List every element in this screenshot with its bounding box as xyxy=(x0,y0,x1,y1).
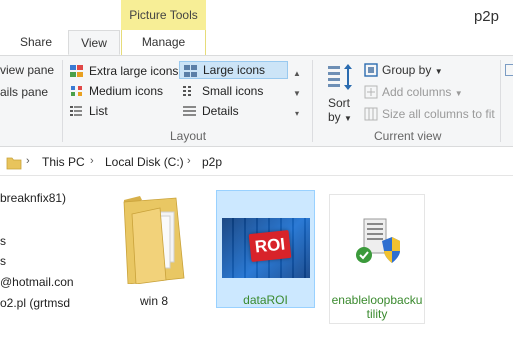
nav-item[interactable]: breaknfix81) xyxy=(0,191,66,205)
context-tab-label: Picture Tools xyxy=(129,8,198,22)
nav-item[interactable]: o2.pl (grtmsd xyxy=(0,296,70,310)
large-icons-icon xyxy=(184,65,197,77)
image-thumbnail: ROI xyxy=(222,218,310,278)
layout-group-label: Layout xyxy=(170,129,207,143)
details-icon xyxy=(183,106,196,116)
navigation-pane: breaknfix81) s s @hotmail.con o2.pl (grt… xyxy=(0,176,96,340)
medium-icons-icon xyxy=(71,86,82,96)
sort-by-button[interactable]: Sort by ▼ xyxy=(322,60,354,126)
layout-extra-large-icons[interactable]: Extra large icons xyxy=(66,62,178,80)
layout-details[interactable]: Details xyxy=(179,102,288,120)
show-hide-partial-icon[interactable] xyxy=(505,64,513,76)
details-pane-button[interactable]: ails pane xyxy=(0,85,48,99)
size-columns-button[interactable]: Size all columns to fit xyxy=(362,105,497,123)
breadcrumb-chevron-icon[interactable]: › xyxy=(187,155,191,167)
file-name-line2: tility xyxy=(366,307,388,321)
add-columns-label: Add columns ▼ xyxy=(382,85,463,99)
ribbon-separator xyxy=(500,60,501,142)
file-view: win 8 ROI dataROI enableloopbacku tility xyxy=(97,176,513,340)
address-bar[interactable]: › This PC › Local Disk (C:) › p2p xyxy=(0,151,513,176)
nav-item[interactable]: s xyxy=(0,254,6,268)
layout-gallery: Extra large icons Large icons Medium ico… xyxy=(66,60,304,122)
tab-manage[interactable]: Manage xyxy=(121,30,206,55)
breadcrumb-p2p[interactable]: p2p xyxy=(202,155,222,169)
breadcrumb-local-disk[interactable]: Local Disk (C:) xyxy=(105,155,184,169)
layout-small-icons[interactable]: Small icons xyxy=(179,82,288,100)
ribbon: view pane ails pane Extra large icons La… xyxy=(0,56,513,147)
current-view-group-label: Current view xyxy=(374,129,442,143)
sort-by-icon xyxy=(328,64,352,90)
breadcrumb-chevron-icon[interactable]: › xyxy=(26,155,30,167)
tab-view[interactable]: View xyxy=(68,30,120,55)
layout-large-icons[interactable]: Large icons xyxy=(179,61,288,79)
list-icon xyxy=(70,106,82,116)
file-name: dataROI xyxy=(243,293,288,307)
layout-option-label: List xyxy=(89,104,108,118)
preview-pane-button[interactable]: view pane xyxy=(0,63,54,77)
file-item-dataroi[interactable]: ROI dataROI xyxy=(216,190,315,308)
ribbon-separator xyxy=(62,60,63,142)
extra-large-icons-icon xyxy=(70,65,83,77)
title-bar: Picture Tools p2p xyxy=(0,0,513,31)
roi-key-label: ROI xyxy=(253,234,286,257)
gallery-more-icon[interactable]: ▾ xyxy=(290,104,304,124)
gallery-down-icon[interactable]: ▼ xyxy=(290,84,304,104)
window-title: p2p xyxy=(473,8,499,25)
file-item-win8[interactable]: win 8 xyxy=(109,192,199,310)
application-icon xyxy=(356,218,400,263)
add-columns-button[interactable]: Add columns ▼ xyxy=(362,83,463,101)
layout-option-label: Small icons xyxy=(202,84,264,98)
file-item-enableloopbackutility[interactable]: enableloopbacku tility xyxy=(329,194,425,324)
file-name: enableloopbacku xyxy=(331,293,423,307)
breadcrumb-this-pc[interactable]: This PC xyxy=(42,155,85,169)
sort-by-label-2: by ▼ xyxy=(328,110,352,124)
small-icons-icon xyxy=(183,86,191,96)
breadcrumb-chevron-icon[interactable]: › xyxy=(90,155,94,167)
layout-gallery-scroll: ▲ ▼ ▾ xyxy=(290,64,304,126)
picture-tools-band: Picture Tools xyxy=(121,0,206,31)
group-by-button[interactable]: Group by ▼ xyxy=(362,61,452,79)
ribbon-separator xyxy=(312,60,313,142)
file-name: win 8 xyxy=(139,294,168,308)
folder-icon xyxy=(123,196,185,284)
sort-by-label: Sort xyxy=(328,96,351,110)
layout-option-label: Medium icons xyxy=(89,84,164,98)
folder-location-icon xyxy=(6,157,22,170)
nav-item[interactable]: @hotmail.con xyxy=(0,275,74,289)
nav-item[interactable]: s xyxy=(0,234,6,248)
gallery-up-icon[interactable]: ▲ xyxy=(290,64,304,84)
roi-key: ROI xyxy=(248,229,292,263)
layout-medium-icons[interactable]: Medium icons xyxy=(66,82,178,100)
ribbon-tabs: Share View Manage xyxy=(0,30,513,56)
add-columns-icon xyxy=(364,85,378,99)
layout-option-label: Large icons xyxy=(203,63,266,77)
group-by-label: Group by ▼ xyxy=(382,63,443,77)
group-by-icon xyxy=(364,63,378,77)
size-columns-icon xyxy=(364,107,378,121)
layout-list[interactable]: List xyxy=(66,102,178,120)
size-columns-label: Size all columns to fit xyxy=(382,107,495,121)
layout-option-label: Details xyxy=(202,104,239,118)
tab-share[interactable]: Share xyxy=(4,30,68,55)
layout-option-label: Extra large icons xyxy=(89,64,179,78)
